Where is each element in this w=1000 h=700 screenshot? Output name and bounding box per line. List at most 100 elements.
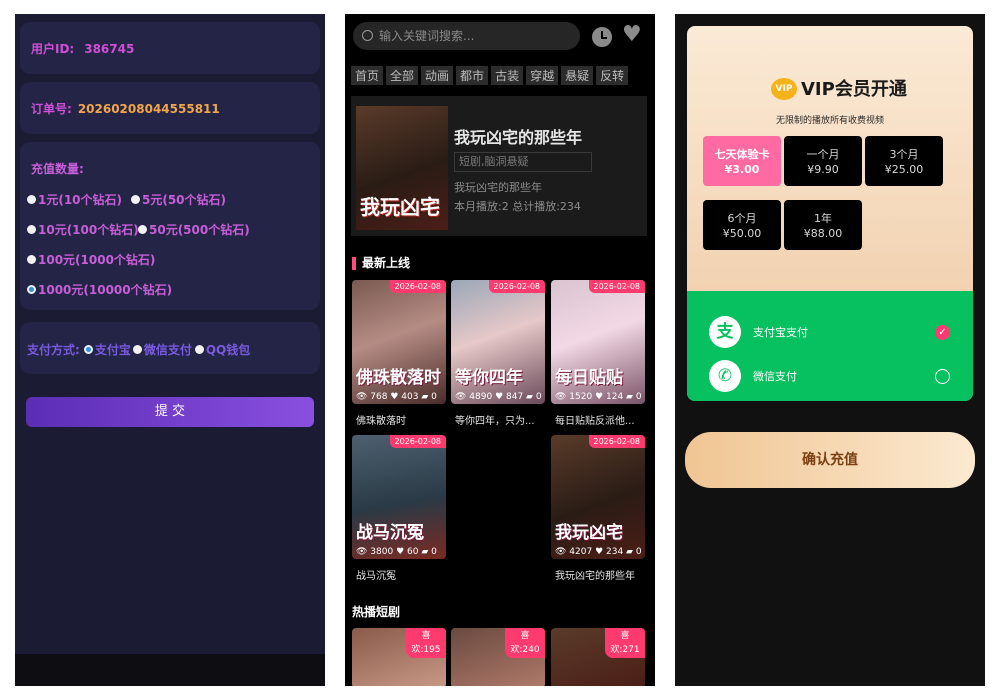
search-icon: [362, 30, 373, 41]
radio-icon[interactable]: [27, 255, 36, 264]
featured-stats: 本月播放:2 总计播放:234: [454, 200, 581, 213]
payment-name: 支付宝支付: [753, 326, 808, 339]
search-input[interactable]: 输入关键词搜索...: [353, 22, 580, 50]
views-count: 4890: [469, 392, 493, 402]
tab-costume[interactable]: 古装: [491, 66, 524, 85]
drama-cover[interactable]: 2026-02-08 每日贴贴 👁 1520 ♥ 124 ▰ 0: [551, 280, 645, 404]
drama-caption[interactable]: 佛珠散落时: [356, 412, 406, 427]
submit-button[interactable]: 提 交: [26, 397, 314, 427]
payment-option-qq[interactable]: QQ钱包: [206, 341, 250, 358]
cover-stats: 👁 4890 ♥ 847 ▰ 0: [455, 392, 542, 402]
payment-option-wechat[interactable]: ✆ 微信支付: [687, 355, 973, 395]
badge-count: 欢:271: [610, 645, 640, 655]
payment-method-list: 支 支付宝支付 ✓ ✆ 微信支付: [687, 291, 973, 401]
payment-name: 微信支付: [753, 370, 797, 383]
drama-cover[interactable]: 2026-02-08 战马沉冤 👁 3800 ♥ 60 ▰ 0: [352, 435, 446, 559]
featured-poster[interactable]: 我玩凶宅: [356, 106, 448, 230]
vip-panel: VIP VIP会员开通 无限制的播放所有收费视频 七天体验卡 ¥3.00 一个月 ¥…: [675, 14, 985, 686]
radio-icon[interactable]: [935, 369, 950, 384]
tab-all[interactable]: 全部: [386, 66, 419, 85]
bottom-bar: [15, 654, 325, 686]
section-latest: 最新上线: [352, 254, 410, 271]
plan-option[interactable]: 6个月 ¥50.00: [703, 200, 781, 250]
drama-cover[interactable]: 2026-02-08 我玩凶宅 👁 4207 ♥ 234 ▰ 0: [551, 435, 645, 559]
poster-title-art: 我玩凶宅: [555, 523, 623, 543]
date-badge: 2026-02-08: [389, 280, 446, 293]
plan-name: 3个月: [889, 148, 919, 161]
date-badge: 2026-02-08: [588, 435, 645, 448]
check-icon[interactable]: ✓: [935, 325, 950, 340]
payment-option-alipay[interactable]: 支 支付宝支付 ✓: [687, 311, 973, 351]
payment-option-wechat[interactable]: 微信支付: [144, 341, 192, 358]
views-count: 768: [370, 392, 388, 402]
badge-text: 喜: [421, 631, 431, 641]
category-tabs: 首页 全部 动画 都市 古装 穿越 悬疑 反转: [351, 65, 655, 85]
section-latest-title: 最新上线: [362, 256, 411, 270]
featured-drama[interactable]: 我玩凶宅 我玩凶宅的那些年 短剧,脑洞悬疑 我玩凶宅的那些年 本月播放:2 总计…: [351, 96, 647, 236]
tab-mystery[interactable]: 悬疑: [561, 66, 594, 85]
drama-caption[interactable]: 每日贴贴反派他...: [555, 412, 635, 427]
plan-name: 七天体验卡: [714, 148, 770, 161]
plan-price: ¥50.00: [722, 227, 762, 240]
amount-option[interactable]: 50元(500个钻石): [138, 221, 250, 238]
amount-option[interactable]: 10元(100个钻石): [27, 221, 139, 238]
radio-icon[interactable]: [194, 345, 204, 354]
section-marker: [352, 257, 356, 270]
amount-option[interactable]: 100元(1000个钻石): [27, 251, 155, 268]
views-count: 3800: [370, 547, 394, 557]
wechat-icon: ✆: [709, 360, 741, 392]
amount-option[interactable]: 1元(10个钻石): [27, 191, 122, 208]
likes-count: 234: [606, 547, 624, 557]
likes-count: 60: [407, 547, 419, 557]
drama-cover[interactable]: 2026-02-08 佛珠散落时 👁 768 ♥ 403 ▰ 0: [352, 280, 446, 404]
comments-count: 0: [635, 392, 642, 402]
tab-animation[interactable]: 动画: [421, 66, 454, 85]
tab-home[interactable]: 首页: [351, 66, 384, 85]
badge-text: 喜: [520, 631, 530, 641]
tab-urban[interactable]: 都市: [456, 66, 489, 85]
radio-icon[interactable]: [138, 225, 147, 234]
featured-subtitle: 我玩凶宅的那些年: [454, 181, 542, 194]
radio-icon[interactable]: [27, 195, 36, 204]
featured-title[interactable]: 我玩凶宅的那些年: [454, 124, 582, 148]
hot-drama-cover[interactable]: 喜欢:271: [551, 628, 645, 686]
amount-option-selected[interactable]: 1000元(10000个钻石): [27, 281, 172, 298]
likes-badge: 喜欢:195: [406, 628, 446, 658]
payment-row: 支付方式: 支付宝 微信支付 QQ钱包: [27, 341, 250, 358]
drama-caption[interactable]: 战马沉冤: [356, 567, 396, 582]
radio-icon[interactable]: [27, 225, 36, 234]
comments-count: 0: [431, 392, 437, 402]
cover-stats: 👁 4207 ♥ 234 ▰ 0: [555, 547, 642, 557]
confirm-recharge-button[interactable]: 确认充值: [685, 432, 975, 488]
radio-checked-icon[interactable]: [83, 345, 93, 354]
radio-icon[interactable]: [132, 345, 142, 354]
poster-title-art: 佛珠散落时: [356, 368, 441, 388]
plan-option[interactable]: 一个月 ¥9.90: [784, 136, 862, 186]
drama-cover[interactable]: 2026-02-08 等你四年 👁 4890 ♥ 847 ▰ 0: [451, 280, 545, 404]
tab-twist[interactable]: 反转: [596, 66, 629, 85]
plan-option[interactable]: 3个月 ¥25.00: [865, 136, 943, 186]
hot-drama-cover[interactable]: 喜欢:195: [352, 628, 446, 686]
likes-badge: 喜欢:271: [605, 628, 645, 658]
likes-count: 403: [401, 392, 419, 402]
plan-option-selected[interactable]: 七天体验卡 ¥3.00: [703, 136, 781, 186]
heart-icon[interactable]: ♥: [622, 22, 642, 48]
tab-time-travel[interactable]: 穿越: [526, 66, 559, 85]
order-value: 20260208044555811: [77, 102, 220, 116]
clock-icon[interactable]: [592, 27, 612, 47]
drama-caption[interactable]: 我玩凶宅的那些年: [555, 567, 635, 582]
radio-checked-icon[interactable]: [27, 285, 36, 294]
comments-count: 0: [635, 547, 642, 557]
amount-option[interactable]: 5元(50个钻石): [131, 191, 226, 208]
comments-count: 0: [431, 547, 437, 557]
radio-icon[interactable]: [131, 195, 140, 204]
amount-option-label: 50元(500个钻石): [149, 223, 250, 237]
hot-drama-cover[interactable]: 喜欢:240: [451, 628, 545, 686]
drama-caption[interactable]: 等你四年，只为...: [455, 412, 535, 427]
likes-count: 847: [506, 392, 524, 402]
featured-tags: 短剧,脑洞悬疑: [454, 152, 592, 172]
payment-option-alipay[interactable]: 支付宝: [95, 341, 131, 358]
amount-option-label: 1元(10个钻石): [38, 193, 123, 207]
amount-option-label: 10元(100个钻石): [38, 223, 139, 237]
plan-option[interactable]: 1年 ¥88.00: [784, 200, 862, 250]
